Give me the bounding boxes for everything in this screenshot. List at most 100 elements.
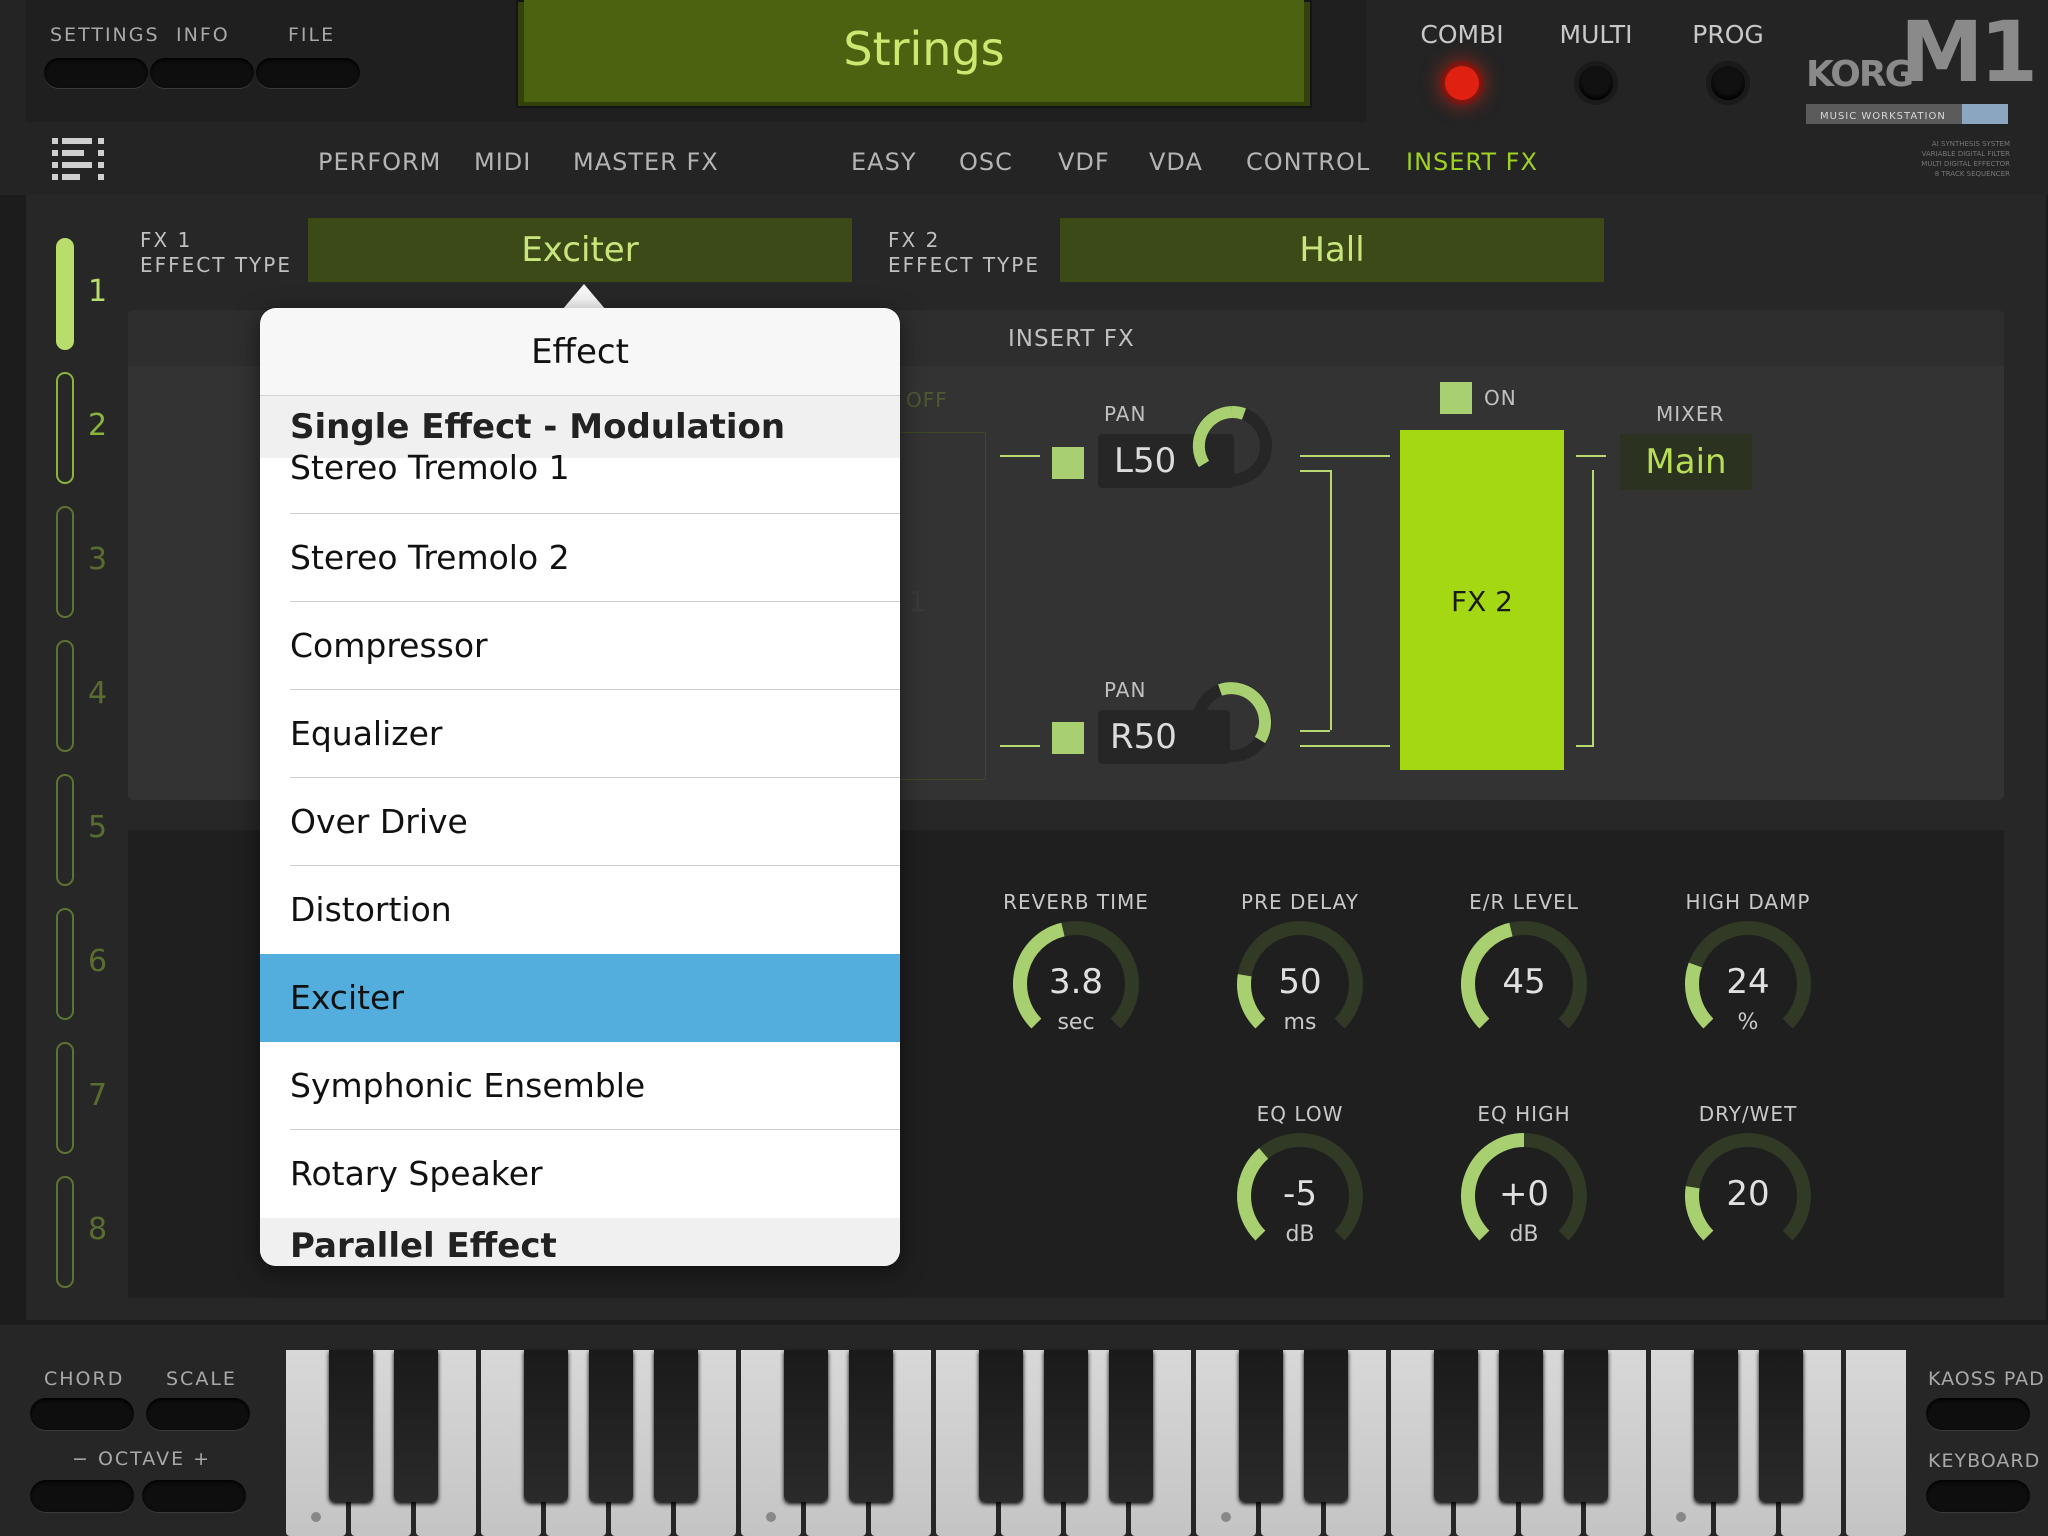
track-5-selector[interactable] <box>56 774 74 886</box>
param-value: 24 <box>1726 962 1770 1002</box>
pan-bottom-enable[interactable] <box>1052 722 1084 754</box>
wire <box>1300 745 1390 747</box>
track-7-number: 7 <box>88 1078 108 1113</box>
spec-line-1: AI SYNTHESIS SYSTEM <box>1931 140 2010 148</box>
octave-up-button[interactable] <box>142 1480 246 1512</box>
nav-master-fx[interactable]: MASTER FX <box>573 148 719 176</box>
nav-perform[interactable]: PERFORM <box>318 148 441 176</box>
black-key[interactable] <box>654 1350 698 1502</box>
prog-mode-button[interactable] <box>1711 66 1745 100</box>
kaoss-pad-button[interactable] <box>1926 1398 2030 1430</box>
mixer-selector[interactable]: Main <box>1620 434 1752 490</box>
logo-subtitle: MUSIC WORKSTATION <box>1820 111 1946 122</box>
track-2-selector[interactable] <box>56 372 74 484</box>
fx2-type-selector[interactable]: Hall <box>1060 218 1604 282</box>
param-unit: dB <box>1285 1222 1315 1247</box>
list-item-over-drive[interactable]: Over Drive <box>260 778 900 866</box>
black-key[interactable] <box>1759 1350 1803 1502</box>
track-4-selector[interactable] <box>56 640 74 752</box>
nav-control[interactable]: CONTROL <box>1246 148 1370 176</box>
c-key-marker <box>1221 1512 1231 1522</box>
track-6-number: 6 <box>88 944 108 979</box>
wire <box>1576 455 1606 457</box>
black-key[interactable] <box>1499 1350 1543 1502</box>
black-key[interactable] <box>849 1350 893 1502</box>
black-key[interactable] <box>1109 1350 1153 1502</box>
track-1-selector[interactable] <box>56 238 74 350</box>
param-label: HIGH DAMP <box>1685 890 1811 914</box>
param-value: 45 <box>1502 962 1546 1002</box>
black-key[interactable] <box>1564 1350 1608 1502</box>
track-3-number: 3 <box>88 542 108 577</box>
menu-list-icon[interactable] <box>52 138 108 182</box>
fx2-on-toggle[interactable] <box>1440 382 1472 414</box>
black-key[interactable] <box>1434 1350 1478 1502</box>
black-key[interactable] <box>1044 1350 1088 1502</box>
param-label: DRY/WET <box>1698 1102 1798 1126</box>
multi-mode-button[interactable] <box>1579 66 1613 100</box>
black-key[interactable] <box>394 1350 438 1502</box>
info-button[interactable] <box>150 58 254 88</box>
black-key[interactable] <box>979 1350 1023 1502</box>
fx2-label: FX 2 EFFECT TYPE <box>888 228 1040 278</box>
black-key[interactable] <box>1239 1350 1283 1502</box>
white-key[interactable] <box>1846 1350 1906 1536</box>
file-label: FILE <box>288 24 336 46</box>
list-item-rotary-speaker[interactable]: Rotary Speaker <box>260 1130 900 1218</box>
pan-bottom-knob[interactable] <box>1188 678 1276 766</box>
fx1-label-line1: FX 1 <box>140 228 193 252</box>
octave-down-button[interactable] <box>30 1480 134 1512</box>
track-6-selector[interactable] <box>56 908 74 1020</box>
nav-easy[interactable]: EASY <box>851 148 916 176</box>
fx1-type-selector[interactable]: Exciter <box>308 218 852 282</box>
scale-label: SCALE <box>166 1368 237 1390</box>
track-7-selector[interactable] <box>56 1042 74 1154</box>
file-button[interactable] <box>256 58 360 88</box>
effect-popover: Effect Single Effect - Modulation Stereo… <box>260 308 900 1266</box>
chord-button[interactable] <box>30 1398 134 1430</box>
section-header-parallel: Parallel Effect <box>260 1218 900 1266</box>
scale-button[interactable] <box>146 1398 250 1430</box>
pan-top-knob[interactable] <box>1188 402 1276 490</box>
combi-mode-button[interactable] <box>1445 66 1479 100</box>
spec-line-3: MULTI DIGITAL EFFECTOR <box>1921 160 2010 168</box>
mixer-label: MIXER <box>1656 402 1725 426</box>
keyboard-button[interactable] <box>1926 1480 2030 1512</box>
list-item-stereo-tremolo-2[interactable]: Stereo Tremolo 2 <box>260 514 900 602</box>
settings-label: SETTINGS <box>50 24 160 46</box>
nav-midi[interactable]: MIDI <box>474 148 531 176</box>
octave-label: − OCTAVE + <box>72 1448 212 1470</box>
list-item-distortion[interactable]: Distortion <box>260 866 900 954</box>
korg-logo: KORG <box>1806 54 1914 95</box>
param-label: PRE DELAY <box>1241 890 1359 914</box>
mode-multi-label: MULTI <box>1559 20 1633 49</box>
nav-osc[interactable]: OSC <box>959 148 1013 176</box>
list-item-symphonic-ensemble[interactable]: Symphonic Ensemble <box>260 1042 900 1130</box>
black-key[interactable] <box>784 1350 828 1502</box>
wire <box>1000 455 1040 457</box>
track-8-selector[interactable] <box>56 1176 74 1288</box>
black-key[interactable] <box>329 1350 373 1502</box>
wire <box>1592 470 1594 746</box>
fx2-label-line2: EFFECT TYPE <box>888 253 1040 277</box>
nav-vdf[interactable]: VDF <box>1058 148 1110 176</box>
nav-insert-fx[interactable]: INSERT FX <box>1406 148 1538 176</box>
list-item-exciter-selected[interactable]: Exciter <box>260 954 900 1042</box>
black-key[interactable] <box>1304 1350 1348 1502</box>
m1-logo: M1 <box>1900 3 2038 101</box>
list-item-compressor[interactable]: Compressor <box>260 602 900 690</box>
black-key[interactable] <box>589 1350 633 1502</box>
black-key[interactable] <box>524 1350 568 1502</box>
settings-button[interactable] <box>44 58 148 88</box>
nav-vda[interactable]: VDA <box>1149 148 1203 176</box>
fx1-label: FX 1 EFFECT TYPE <box>140 228 292 278</box>
list-item-equalizer[interactable]: Equalizer <box>260 690 900 778</box>
spec-line-4: 8 TRACK SEQUENCER <box>1934 170 2010 178</box>
black-key[interactable] <box>1694 1350 1738 1502</box>
pan-top-enable[interactable] <box>1052 447 1084 479</box>
fx1-label-line2: EFFECT TYPE <box>140 253 292 277</box>
wire <box>1330 470 1332 730</box>
fx1-off-label: OFF <box>906 388 948 412</box>
track-3-selector[interactable] <box>56 506 74 618</box>
param-value: 3.8 <box>1048 962 1104 1002</box>
